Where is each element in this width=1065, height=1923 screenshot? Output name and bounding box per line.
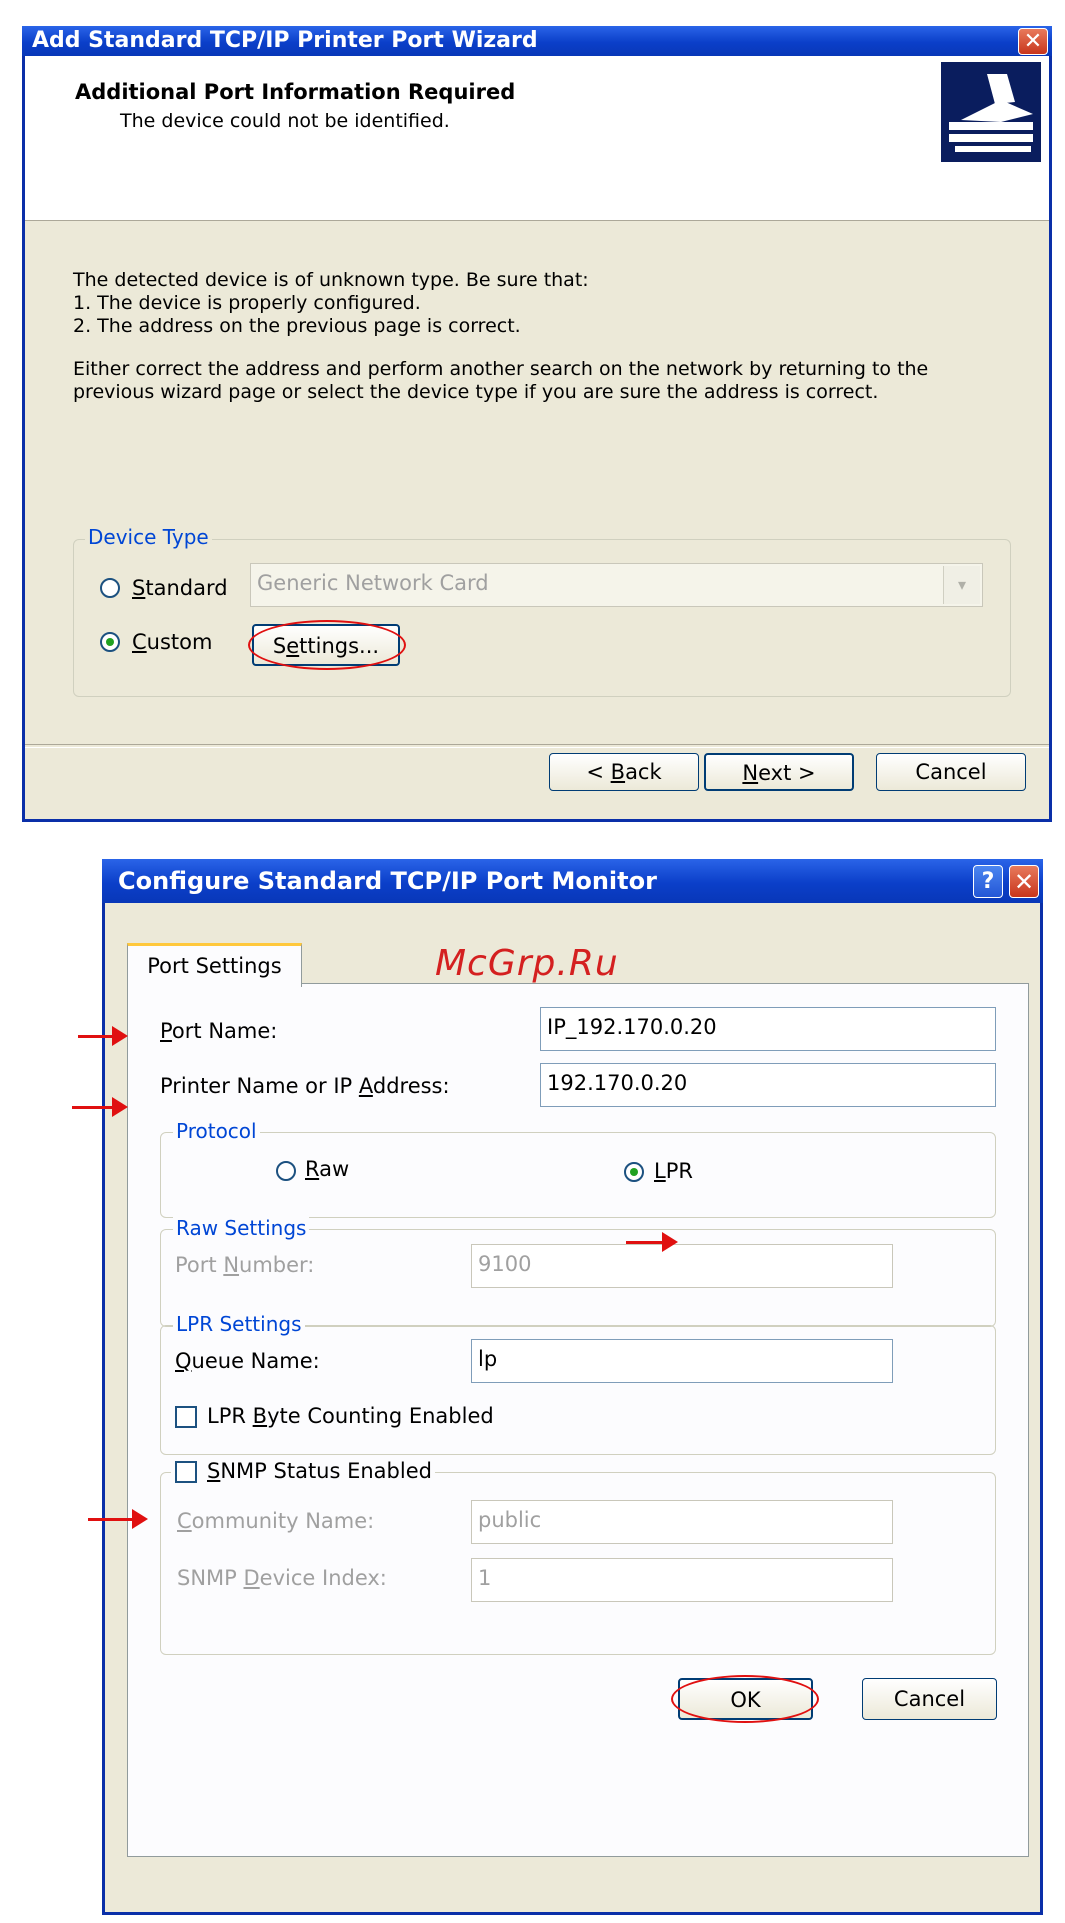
wizard-header: Additional Port Information Required The… xyxy=(25,56,1049,221)
raw-radio[interactable] xyxy=(276,1161,296,1181)
instruction-line-1: The detected device is of unknown type. … xyxy=(73,269,589,291)
custom-label: Custom xyxy=(132,630,213,654)
instruction-line-5: previous wizard page or select the devic… xyxy=(73,381,879,403)
lpr-byte-counting-label: LPR Byte Counting Enabled xyxy=(207,1404,494,1428)
snmp-legend: SNMP Status Enabled xyxy=(171,1458,435,1486)
monitor-close-icon[interactable]: ✕ xyxy=(1009,865,1039,898)
instruction-line-4: Either correct the address and perform a… xyxy=(73,358,929,380)
watermark-text: McGrp.Ru xyxy=(435,943,619,984)
standard-label: Standard xyxy=(132,576,228,600)
monitor-window: Configure Standard TCP/IP Port Monitor ?… xyxy=(102,859,1043,1915)
snmp-status-label: SNMP Status Enabled xyxy=(207,1459,432,1483)
wizard-title: Add Standard TCP/IP Printer Port Wizard xyxy=(32,28,538,53)
instruction-line-3: 2. The address on the previous page is c… xyxy=(73,315,521,337)
next-button[interactable]: Next > xyxy=(704,753,854,791)
community-name-input[interactable]: public xyxy=(471,1500,893,1544)
wizard-footer-divider xyxy=(25,744,1049,748)
port-number-input[interactable]: 9100 xyxy=(471,1244,893,1288)
wizard-title-bar: Add Standard TCP/IP Printer Port Wizard … xyxy=(22,26,1052,56)
annotation-arrow-port-name xyxy=(78,1026,128,1046)
lpr-settings-legend: LPR Settings xyxy=(173,1312,305,1336)
port-name-input[interactable]: IP_192.170.0.20 xyxy=(540,1007,996,1051)
back-button[interactable]: < Back xyxy=(549,753,699,791)
port-name-label: Port Name: xyxy=(160,1019,278,1043)
printer-address-label: Printer Name or IP Address: xyxy=(160,1074,450,1098)
annotation-ring-settings xyxy=(248,620,406,670)
header-subtitle: The device could not be identified. xyxy=(120,110,450,132)
header-title: Additional Port Information Required xyxy=(75,80,516,104)
community-name-label: Community Name: xyxy=(177,1509,375,1533)
lpr-byte-counting-checkbox[interactable] xyxy=(175,1406,197,1428)
wizard-window: Add Standard TCP/IP Printer Port Wizard … xyxy=(22,26,1052,822)
annotation-ring-ok xyxy=(671,1675,819,1723)
queue-name-label: Queue Name: xyxy=(175,1349,320,1373)
custom-radio[interactable] xyxy=(100,632,120,652)
snmp-status-checkbox[interactable] xyxy=(175,1461,197,1483)
port-number-label: Port Number: xyxy=(175,1253,315,1277)
tab-port-settings[interactable]: Port Settings xyxy=(127,943,302,987)
monitor-body: Port Settings McGrp.Ru Port Name: IP_192… xyxy=(105,903,1040,1912)
lpr-label: LPR xyxy=(654,1159,693,1183)
wizard-cancel-button[interactable]: Cancel xyxy=(876,753,1026,791)
annotation-arrow-lpr xyxy=(626,1232,678,1252)
device-index-label: SNMP Device Index: xyxy=(177,1566,387,1590)
protocol-legend: Protocol xyxy=(173,1119,260,1143)
queue-name-input[interactable]: lp xyxy=(471,1339,893,1383)
help-icon[interactable]: ? xyxy=(973,865,1003,898)
monitor-title: Configure Standard TCP/IP Port Monitor xyxy=(118,867,657,895)
close-icon[interactable]: ✕ xyxy=(1018,28,1048,55)
raw-label: Raw xyxy=(305,1157,350,1181)
printer-icon xyxy=(941,62,1041,162)
standard-device-select[interactable]: Generic Network Card ▾ xyxy=(250,563,983,607)
instruction-line-2: 1. The device is properly configured. xyxy=(73,292,421,314)
lpr-radio[interactable] xyxy=(624,1162,644,1182)
monitor-title-bar: Configure Standard TCP/IP Port Monitor ?… xyxy=(102,859,1043,903)
wizard-body: The detected device is of unknown type. … xyxy=(25,221,1049,819)
device-index-input[interactable]: 1 xyxy=(471,1558,893,1602)
standard-radio[interactable] xyxy=(100,578,120,598)
raw-settings-legend: Raw Settings xyxy=(173,1216,310,1240)
device-type-legend: Device Type xyxy=(85,525,212,549)
annotation-arrow-byte-counting xyxy=(88,1509,148,1529)
printer-address-input[interactable]: 192.170.0.20 xyxy=(540,1063,996,1107)
monitor-cancel-button[interactable]: Cancel xyxy=(862,1678,997,1720)
annotation-arrow-printer-address xyxy=(72,1097,128,1117)
chevron-down-icon: ▾ xyxy=(943,566,980,604)
